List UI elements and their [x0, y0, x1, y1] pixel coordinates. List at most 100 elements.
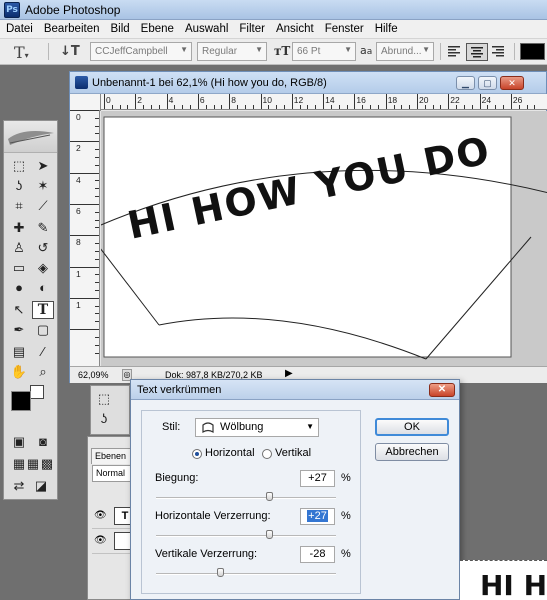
- background-color-swatch[interactable]: [30, 385, 44, 399]
- bend-value-input[interactable]: +27: [300, 470, 335, 487]
- marquee-tool-icon[interactable]: ⬚: [93, 390, 115, 408]
- text-color-swatch[interactable]: [520, 43, 545, 60]
- ruler-label: 10: [262, 95, 272, 105]
- notes-tool-icon[interactable]: ▤: [8, 343, 30, 361]
- menu-bearbeiten[interactable]: Bearbeiten: [38, 20, 105, 38]
- menu-auswahl[interactable]: Auswahl: [179, 20, 233, 38]
- text-orientation-icon[interactable]: ↓T: [60, 44, 80, 63]
- antialias-select[interactable]: Abrund... ▼: [376, 42, 434, 61]
- vertical-distortion-input[interactable]: -28: [300, 546, 335, 563]
- ruler-label: 20: [419, 95, 429, 105]
- type-tool-icon[interactable]: T: [32, 301, 54, 319]
- ruler-tick: [354, 94, 356, 109]
- maximize-button[interactable]: ▢: [478, 76, 497, 90]
- ruler-tick: [229, 94, 231, 109]
- paint-bucket-tool-icon[interactable]: ◈: [32, 259, 54, 277]
- ruler-label: 16: [356, 95, 366, 105]
- screen-mode-full-icon[interactable]: ▩: [36, 455, 58, 473]
- font-size-icon: ᴛT: [274, 44, 291, 58]
- crop-tool-icon[interactable]: ⌗: [8, 197, 30, 215]
- visibility-eye-icon[interactable]: 👁: [94, 535, 107, 546]
- path-selection-tool-icon[interactable]: ↖: [8, 301, 30, 319]
- type-tool-preset-icon[interactable]: T▾: [14, 43, 40, 62]
- ruler-tick: [95, 133, 99, 135]
- font-family-select[interactable]: CCJeffCampbell ▼: [90, 42, 192, 61]
- blur-tool-icon[interactable]: ●: [8, 279, 30, 297]
- vertical-distortion-slider-thumb[interactable]: [217, 568, 224, 577]
- ruler-tick: [244, 105, 246, 109]
- warp-text-dialog: Text verkrümmen ✕ Stil: Wölbung ▼ Horizo…: [130, 379, 460, 600]
- zoom-tool-icon[interactable]: ⌕: [32, 363, 54, 381]
- ruler-tick: [95, 164, 99, 166]
- slice-tool-icon[interactable]: ⟋: [32, 197, 54, 215]
- font-style-select[interactable]: Regular ▼: [197, 42, 267, 61]
- horizontal-distortion-slider-track[interactable]: [156, 535, 336, 537]
- ruler-tick: [213, 105, 215, 109]
- move-tool-icon[interactable]: ➤: [32, 157, 54, 175]
- dialog-close-button[interactable]: ✕: [429, 383, 455, 397]
- menu-bar: Datei Bearbeiten Bild Ebene Auswahl Filt…: [0, 20, 547, 39]
- menu-ebene[interactable]: Ebene: [135, 20, 179, 38]
- zoom-level[interactable]: 62,09%: [78, 370, 109, 380]
- font-size-select[interactable]: 66 Pt ▼: [292, 42, 356, 61]
- quick-mask-mode-icon[interactable]: ◙: [32, 433, 54, 451]
- history-brush-tool-icon[interactable]: ↺: [32, 239, 54, 257]
- bend-slider-thumb[interactable]: [266, 492, 273, 501]
- align-right-icon[interactable]: [492, 45, 508, 64]
- jump-to-imageready-icon[interactable]: ⇄: [8, 477, 30, 495]
- eyedropper-tool-icon[interactable]: ⁄: [32, 343, 54, 361]
- imageready-icon[interactable]: ◪: [30, 477, 52, 495]
- ruler-tick: [495, 105, 497, 109]
- secondary-tools-panel: ⬚ ʖ: [90, 385, 130, 435]
- vertical-label: Vertikal: [275, 447, 312, 459]
- ruler-tick: [417, 94, 418, 109]
- clone-stamp-tool-icon[interactable]: ♙: [8, 239, 30, 257]
- horizontal-radio[interactable]: [192, 449, 202, 459]
- brush-tool-icon[interactable]: ✎: [32, 219, 54, 237]
- close-button[interactable]: ✕: [500, 76, 524, 90]
- cancel-button[interactable]: Abbrechen: [375, 443, 449, 461]
- ruler-tick: [70, 235, 99, 237]
- dodge-tool-icon[interactable]: ◐: [32, 279, 54, 297]
- status-menu-arrow-icon[interactable]: ▶: [285, 368, 293, 379]
- style-select[interactable]: Wölbung ▼: [195, 418, 319, 437]
- hand-tool-icon[interactable]: ✋: [8, 363, 30, 381]
- menu-bild[interactable]: Bild: [104, 20, 134, 38]
- ruler-tick: [197, 94, 199, 109]
- menu-filter[interactable]: Filter: [233, 20, 270, 38]
- layers-tab[interactable]: Ebenen: [91, 448, 131, 464]
- canvas-area[interactable]: HI HOW YOU DO: [101, 111, 547, 366]
- ruler-tick: [70, 266, 99, 268]
- arc-style-icon: [202, 421, 214, 437]
- bend-slider-track[interactable]: [156, 497, 336, 499]
- lasso-tool-icon[interactable]: ʖ: [8, 177, 30, 195]
- ok-button[interactable]: OK: [375, 418, 449, 436]
- horizontal-distortion-slider-thumb[interactable]: [266, 530, 273, 539]
- dialog-titlebar: Text verkrümmen ✕: [131, 380, 459, 400]
- standard-mode-icon[interactable]: ▣: [8, 433, 30, 451]
- vertical-distortion-label: Vertikale Verzerrung:: [155, 548, 258, 560]
- minimize-button[interactable]: ▁: [456, 76, 475, 90]
- canvas-artwork[interactable]: HI HOW YOU DO: [101, 111, 547, 366]
- align-center-icon[interactable]: [466, 43, 488, 61]
- shape-tool-icon[interactable]: ▢: [32, 321, 54, 339]
- visibility-eye-icon[interactable]: 👁: [94, 510, 107, 521]
- menu-ansicht[interactable]: Ansicht: [270, 20, 319, 38]
- ruler-origin[interactable]: [70, 94, 101, 111]
- align-left-icon[interactable]: [448, 45, 464, 64]
- pen-tool-icon[interactable]: ✒: [8, 321, 30, 339]
- lasso-tool-icon[interactable]: ʖ: [93, 410, 115, 428]
- eraser-tool-icon[interactable]: ▭: [8, 259, 30, 277]
- menu-fenster[interactable]: Fenster: [319, 20, 369, 38]
- menu-datei[interactable]: Datei: [0, 20, 38, 38]
- separator: [48, 43, 49, 60]
- vertical-distortion-slider-track[interactable]: [156, 573, 336, 575]
- horizontal-distortion-input[interactable]: +27: [300, 508, 335, 525]
- magic-wand-tool-icon[interactable]: ✶: [32, 177, 54, 195]
- foreground-color-swatch[interactable]: [11, 391, 31, 411]
- menu-hilfe[interactable]: Hilfe: [369, 20, 403, 38]
- marquee-tool-icon[interactable]: ⬚: [8, 157, 30, 175]
- vertical-radio[interactable]: [262, 449, 272, 459]
- healing-brush-tool-icon[interactable]: ✚: [8, 219, 30, 237]
- ruler-label: 2: [76, 143, 81, 154]
